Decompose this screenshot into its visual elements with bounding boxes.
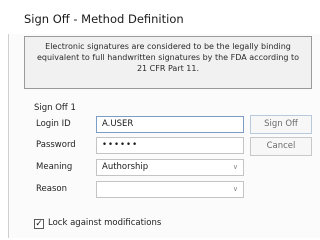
password-label: Password (36, 140, 76, 150)
reason-label-text: Reason (36, 184, 67, 194)
login-id-label-text: Login ID (36, 119, 71, 129)
login-id-label: Login ID (36, 119, 71, 129)
lock-checkbox-label[interactable]: Lock against modifications (48, 218, 161, 228)
cancel-button[interactable]: Cancel (250, 137, 312, 156)
reason-select[interactable]: ∨ (96, 181, 244, 198)
meaning-select-value: Authorship (102, 162, 149, 172)
title-bar: Sign Off - Method Definition (8, 2, 320, 34)
chevron-down-icon: ∨ (232, 185, 238, 193)
section-label: Sign Off 1 (34, 103, 76, 113)
meaning-select[interactable]: Authorship ∨ (96, 159, 244, 176)
login-id-input[interactable]: A.USER (96, 116, 244, 133)
password-input[interactable]: •••••• (96, 137, 244, 154)
lock-checkbox[interactable]: ✓ (34, 219, 44, 229)
chevron-down-icon: ∨ (232, 163, 238, 171)
dialog-title: Sign Off - Method Definition (24, 12, 184, 26)
sign-off-button[interactable]: Sign Off (250, 115, 312, 134)
legal-notice: Electronic signatures are considered to … (24, 36, 312, 89)
meaning-label-text: Meaning (36, 162, 73, 172)
password-label-text: Password (36, 140, 76, 150)
reason-label: Reason (36, 184, 67, 194)
meaning-label: Meaning (36, 162, 72, 172)
